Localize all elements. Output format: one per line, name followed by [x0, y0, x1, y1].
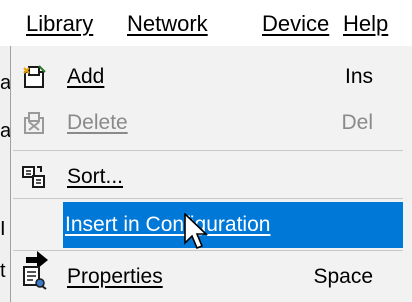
menu-item-label: Add: [67, 65, 105, 88]
background-text-fragment: t: [0, 260, 6, 282]
menu-network[interactable]: Network: [127, 10, 208, 38]
menu-separator: [13, 198, 403, 199]
library-dropdown-menu: Add Ins Delete Del Sort... Insert in Con…: [10, 46, 412, 302]
delete-icon: [21, 110, 47, 136]
menu-help[interactable]: Help: [343, 10, 388, 38]
add-icon: [21, 64, 47, 90]
menu-item-sort[interactable]: Sort...: [13, 154, 403, 200]
menu-item-shortcut: Space: [313, 265, 373, 288]
menu-item-shortcut: Del: [341, 111, 373, 134]
menu-item-label: Insert in Configuration: [65, 213, 271, 236]
menu-bar: Library Network Device Help: [0, 0, 412, 47]
menu-library[interactable]: Library: [26, 10, 94, 38]
menu-item-label: Properties: [67, 265, 163, 288]
menu-separator: [13, 150, 403, 151]
menu-device[interactable]: Device: [262, 10, 329, 38]
menu-item-insert-in-configuration[interactable]: Insert in Configuration: [63, 202, 403, 248]
background-text-fragment: I: [0, 218, 6, 240]
properties-icon: [21, 264, 47, 290]
menu-item-delete[interactable]: Delete Del: [13, 100, 403, 146]
menu-item-label: Delete: [67, 111, 128, 134]
menu-item-properties[interactable]: Properties Space: [13, 254, 403, 300]
sort-icon: [21, 164, 47, 190]
menu-item-label: Sort...: [67, 165, 124, 188]
menu-item-shortcut: Ins: [344, 65, 373, 88]
menu-item-add[interactable]: Add Ins: [13, 54, 403, 100]
mouse-pointer-icon: [183, 212, 209, 253]
